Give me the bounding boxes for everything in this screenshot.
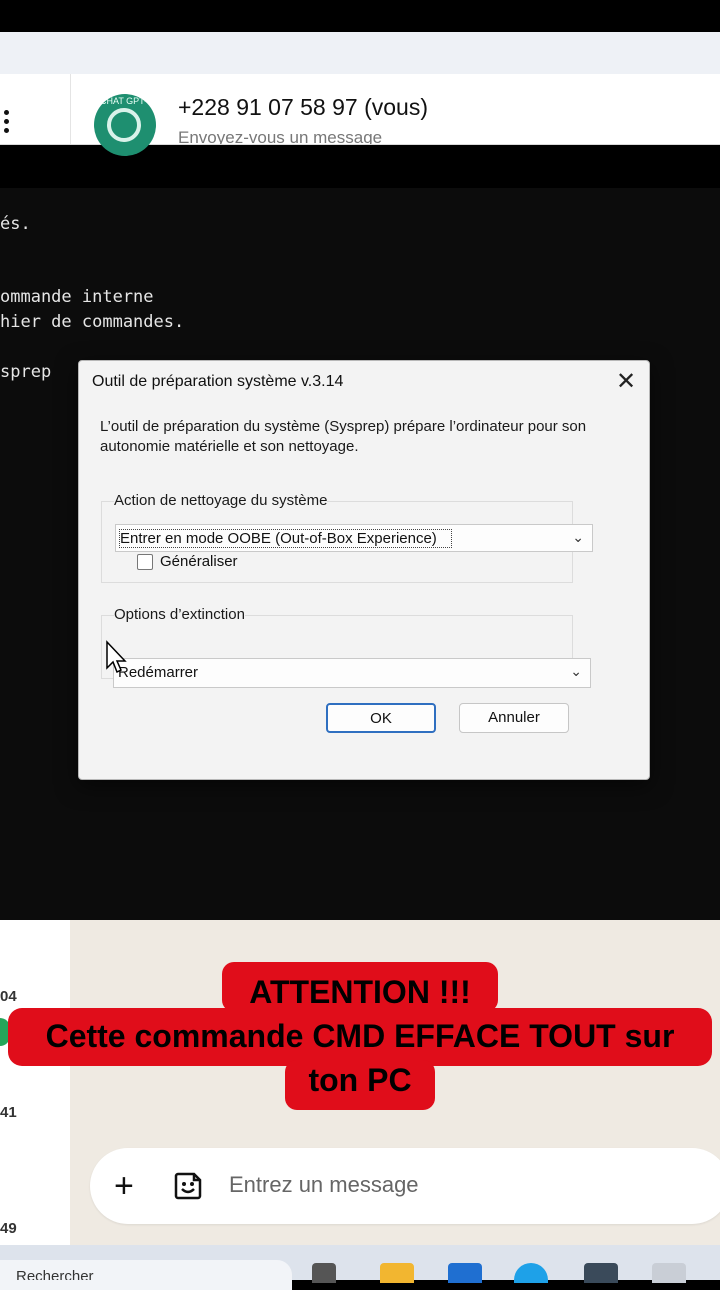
chevron-down-icon: ⌄ — [572, 529, 584, 545]
store-icon[interactable] — [448, 1263, 482, 1283]
terminal-line: és. — [0, 214, 31, 234]
warning-line-1: ATTENTION !!! — [249, 974, 471, 1010]
task-view-icon[interactable] — [312, 1263, 336, 1283]
terminal-line: sprep — [0, 362, 52, 382]
dialog-title: Outil de préparation système v.3.14 — [92, 373, 344, 390]
ok-button[interactable]: OK — [326, 703, 436, 733]
chevron-down-icon: ⌄ — [570, 663, 582, 679]
terminal-line: hier de commandes. — [0, 312, 185, 332]
browser-toolbar — [0, 32, 720, 75]
terminal-line: ommande interne — [0, 287, 154, 307]
cleanup-action-value: Entrer en mode OOBE (Out-of-Box Experien… — [119, 529, 452, 548]
warning-line-2: Cette commande CMD EFFACE TOUT sur — [45, 1018, 675, 1054]
file-explorer-icon[interactable] — [380, 1263, 414, 1283]
shutdown-options-select[interactable]: Redémarrer ⌄ — [113, 658, 591, 688]
sticker-icon[interactable] — [172, 1170, 204, 1202]
contact-name[interactable]: +228 91 07 58 97 (vous) — [178, 94, 428, 121]
chatgpt-logo-icon — [107, 108, 141, 142]
menu-kebab-icon[interactable] — [4, 110, 14, 140]
cancel-button[interactable]: Annuler — [459, 703, 569, 733]
sysprep-dialog: Outil de préparation système v.3.14 ✕ L’… — [78, 360, 650, 780]
attach-plus-icon[interactable]: + — [114, 1166, 134, 1206]
mouse-cursor-icon — [106, 640, 127, 674]
warning-line-3: ton PC — [308, 1062, 412, 1098]
taskbar-search-text: Rechercher — [16, 1268, 94, 1280]
avatar-label: CHAT GPT-5 — [100, 96, 153, 106]
cleanup-action-select[interactable]: Entrer en mode OOBE (Out-of-Box Experien… — [115, 524, 593, 552]
contact-subtitle: Envoyez-vous un message — [178, 128, 383, 144]
generalize-checkbox[interactable] — [137, 554, 153, 570]
message-input[interactable]: Entrez un message — [229, 1172, 419, 1198]
app-window-icon[interactable] — [652, 1263, 686, 1283]
shutdown-group-label: Options d’extinction — [114, 606, 245, 623]
generalize-label[interactable]: Généraliser — [160, 553, 238, 570]
close-icon[interactable]: ✕ — [607, 367, 645, 397]
chat-list-time: 49 — [0, 1220, 17, 1237]
chat-list-time: 41 — [0, 1104, 17, 1121]
terminal-app-icon[interactable] — [584, 1263, 618, 1283]
avatar[interactable]: CHAT GPT-5 — [94, 94, 156, 156]
dialog-description: L’outil de préparation du système (Syspr… — [100, 418, 587, 455]
cleanup-group-label: Action de nettoyage du système — [114, 492, 328, 509]
top-black-bar — [0, 0, 720, 32]
